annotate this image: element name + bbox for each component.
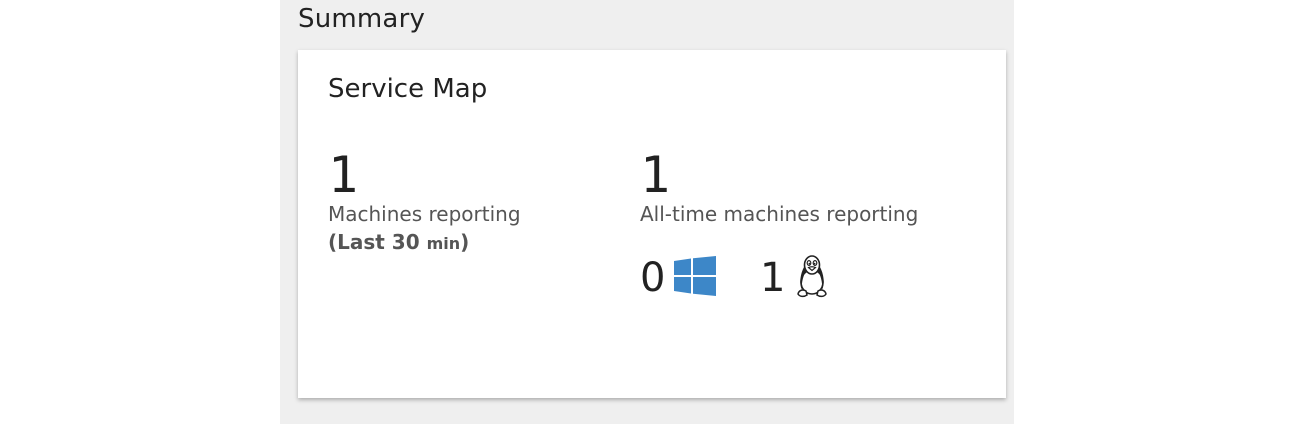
linux-penguin-icon bbox=[792, 254, 832, 302]
all-time-machines-label: All-time machines reporting bbox=[640, 202, 919, 226]
windows-logo-icon bbox=[674, 256, 716, 300]
all-time-machines-count: 1 bbox=[640, 146, 671, 204]
machines-reporting-label: Machines reporting bbox=[328, 202, 521, 226]
summary-panel: Summary Service Map 1 Machines reporting… bbox=[280, 0, 1014, 424]
linux-count: 1 bbox=[760, 255, 786, 301]
machines-reporting-count: 1 bbox=[328, 146, 359, 204]
service-map-title: Service Map bbox=[328, 74, 488, 104]
windows-count: 0 bbox=[640, 255, 666, 301]
summary-title: Summary bbox=[298, 4, 426, 34]
machines-reporting-period: (Last 30 min) bbox=[328, 230, 469, 254]
period-prefix: (Last 30 bbox=[328, 230, 427, 254]
service-map-tile[interactable]: Service Map 1 Machines reporting (Last 3… bbox=[298, 50, 1006, 398]
period-unit: min bbox=[426, 234, 461, 253]
period-suffix: ) bbox=[460, 230, 470, 254]
